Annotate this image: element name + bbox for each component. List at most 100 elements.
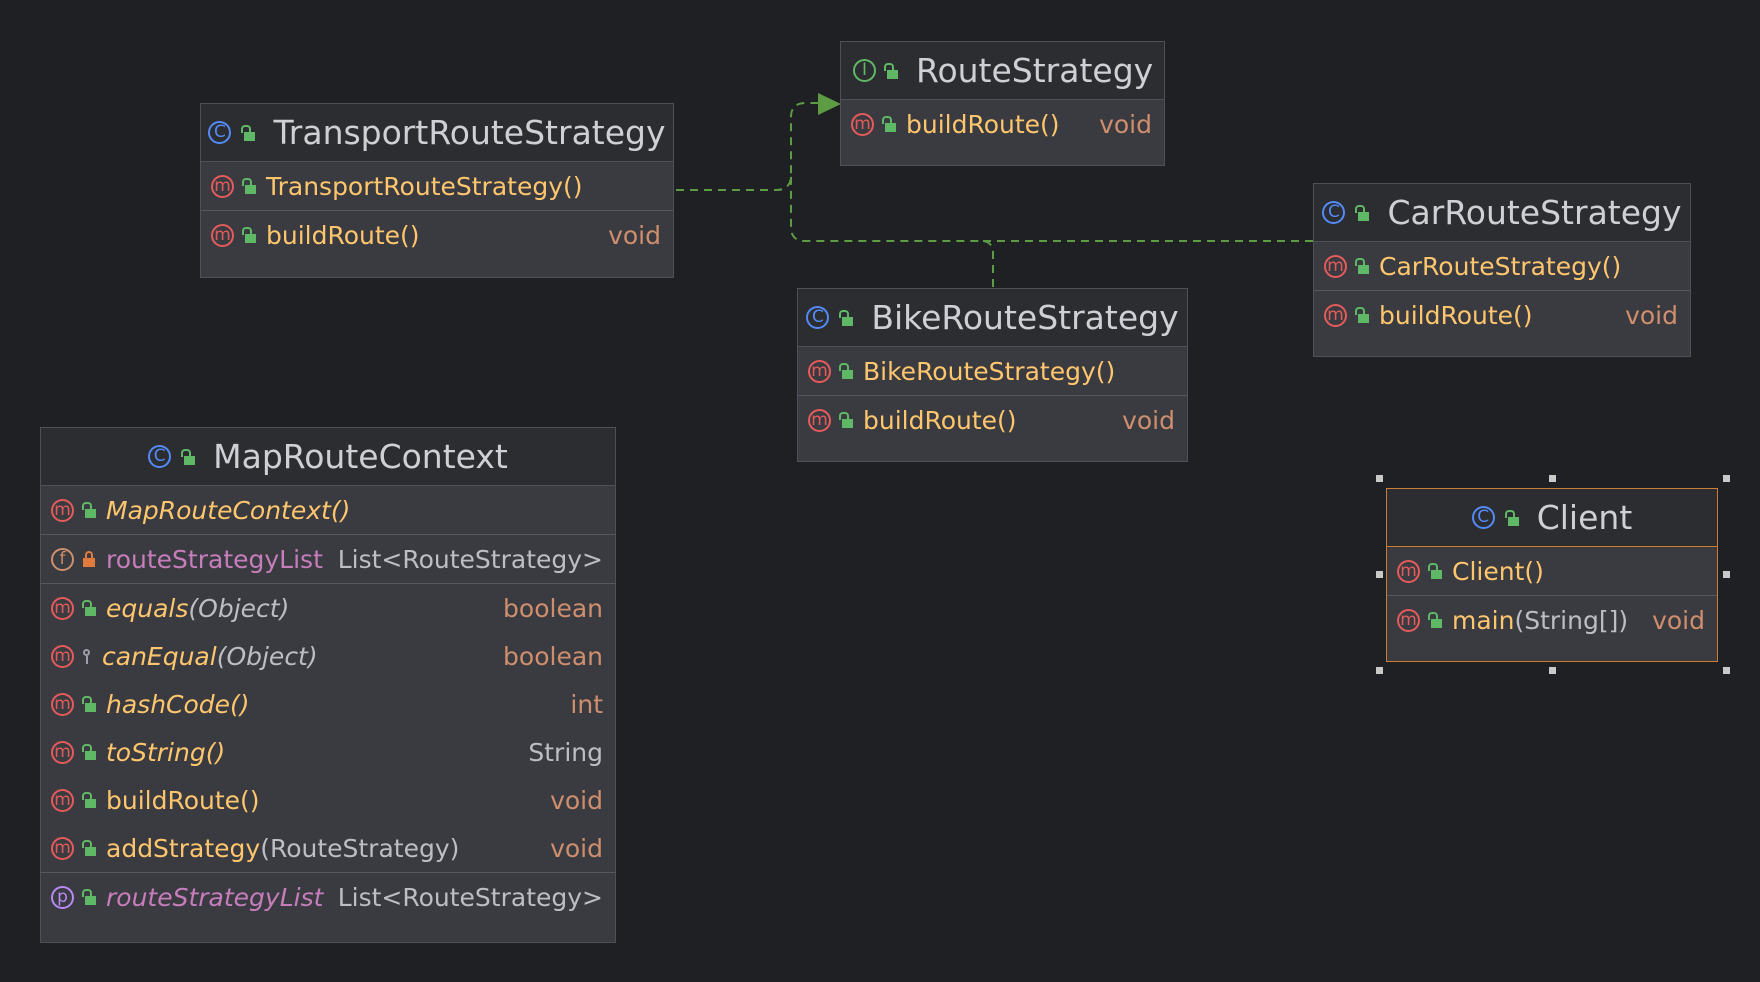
- resize-handle-bottom[interactable]: [1549, 667, 1556, 674]
- resize-handle-bottom-right[interactable]: [1723, 667, 1730, 674]
- public-visibility-icon: [839, 412, 853, 428]
- resize-handle-bottom-left[interactable]: [1376, 667, 1383, 674]
- public-visibility-icon: [882, 116, 896, 132]
- member-name: addStrategy: [106, 833, 261, 863]
- method-icon: m: [211, 174, 234, 198]
- method-icon: m: [51, 644, 74, 668]
- member-type: void: [1122, 405, 1175, 435]
- public-visibility-icon: [884, 62, 898, 79]
- public-visibility-icon: [1355, 307, 1369, 323]
- member-name: routeStrategyList: [106, 544, 323, 574]
- interface-icon: I: [853, 59, 876, 82]
- resize-handle-top-right[interactable]: [1723, 475, 1730, 482]
- resize-handle-right[interactable]: [1723, 571, 1730, 578]
- node-transport-route-strategy[interactable]: C TransportRouteStrategy m TransportRout…: [200, 103, 674, 278]
- member-params: (RouteStrategy): [260, 833, 460, 863]
- member-row[interactable]: m BikeRouteStrategy(): [798, 347, 1187, 395]
- member-type: void: [608, 220, 661, 250]
- member-row[interactable]: m buildRoute() void: [201, 210, 673, 259]
- member-row[interactable]: m MapRouteContext(): [41, 486, 615, 534]
- member-name: buildRoute(): [1379, 300, 1533, 330]
- node-header: C TransportRouteStrategy: [201, 104, 673, 162]
- member-row[interactable]: m Client(): [1387, 547, 1717, 595]
- member-row[interactable]: m TransportRouteStrategy(): [201, 162, 673, 210]
- member-row[interactable]: m buildRoute() void: [41, 776, 615, 824]
- member-row[interactable]: m buildRoute() void: [798, 395, 1187, 444]
- member-name: Client(): [1452, 556, 1544, 586]
- method-icon: m: [51, 788, 74, 812]
- implements-arrowhead: [818, 93, 841, 115]
- protected-visibility-icon: [82, 648, 92, 664]
- field-icon: f: [51, 547, 74, 571]
- diagram-canvas[interactable]: I RouteStrategy m buildRoute() void C Tr…: [0, 0, 1760, 982]
- method-icon: m: [1397, 559, 1420, 583]
- method-icon: m: [51, 596, 74, 620]
- class-icon: C: [148, 445, 172, 468]
- public-visibility-icon: [242, 178, 256, 194]
- public-visibility-icon: [82, 600, 96, 616]
- member-name: CarRouteStrategy(): [1379, 251, 1622, 281]
- node-header: I RouteStrategy: [841, 42, 1164, 100]
- member-row[interactable]: m main (String[]) void: [1387, 595, 1717, 644]
- resize-handle-top-left[interactable]: [1376, 475, 1383, 482]
- member-row[interactable]: m buildRoute() void: [841, 100, 1164, 148]
- member-name: buildRoute(): [906, 109, 1060, 139]
- node-map-route-context[interactable]: C MapRouteContext m MapRouteContext() f …: [40, 427, 616, 943]
- member-row[interactable]: f routeStrategyList List<RouteStrategy>: [41, 534, 615, 583]
- private-visibility-icon: [82, 551, 96, 567]
- member-params: (Object): [188, 593, 290, 623]
- method-icon: m: [1324, 254, 1347, 278]
- node-header: C Client: [1387, 489, 1717, 547]
- method-icon: m: [808, 359, 831, 383]
- member-name: main: [1452, 605, 1515, 635]
- member-type: String: [528, 737, 603, 767]
- member-row[interactable]: m toString() String: [41, 728, 615, 776]
- edge-bike-implements[interactable]: [790, 175, 994, 287]
- public-visibility-icon: [242, 227, 256, 243]
- member-type: List<RouteStrategy>: [337, 544, 603, 574]
- member-row[interactable]: m CarRouteStrategy(): [1314, 242, 1690, 290]
- member-type: void: [550, 833, 603, 863]
- member-row[interactable]: m buildRoute() void: [1314, 290, 1690, 339]
- resize-handle-left[interactable]: [1376, 571, 1383, 578]
- method-icon: m: [1397, 608, 1420, 632]
- resize-handle-top[interactable]: [1549, 475, 1556, 482]
- edge-transport-implements[interactable]: [676, 102, 820, 191]
- node-title: MapRouteContext: [213, 437, 508, 476]
- public-visibility-icon: [839, 309, 854, 326]
- member-row[interactable]: m hashCode() int: [41, 680, 615, 728]
- node-header: C CarRouteStrategy: [1314, 184, 1690, 242]
- node-bike-route-strategy[interactable]: C BikeRouteStrategy m BikeRouteStrategy(…: [797, 288, 1188, 462]
- member-row[interactable]: m addStrategy (RouteStrategy) void: [41, 824, 615, 872]
- method-icon: m: [51, 836, 74, 860]
- node-header: C BikeRouteStrategy: [798, 289, 1187, 347]
- public-visibility-icon: [1355, 204, 1370, 221]
- member-row[interactable]: m canEqual (Object) boolean: [41, 632, 615, 680]
- member-type: void: [1099, 109, 1152, 139]
- member-type: boolean: [503, 593, 603, 623]
- method-icon: m: [51, 498, 74, 522]
- node-route-strategy[interactable]: I RouteStrategy m buildRoute() void: [840, 41, 1165, 166]
- property-icon: p: [51, 885, 74, 909]
- member-type: void: [550, 785, 603, 815]
- member-row[interactable]: p routeStrategyList List<RouteStrategy>: [41, 872, 615, 921]
- member-type: int: [570, 689, 603, 719]
- member-row[interactable]: m equals (Object) boolean: [41, 583, 615, 632]
- method-icon: m: [1324, 303, 1347, 327]
- member-name: buildRoute(): [863, 405, 1017, 435]
- member-name: hashCode(): [106, 689, 250, 719]
- member-name: buildRoute(): [106, 785, 260, 815]
- public-visibility-icon: [82, 792, 96, 808]
- public-visibility-icon: [82, 502, 96, 518]
- node-header: C MapRouteContext: [41, 428, 615, 486]
- class-icon: C: [1471, 506, 1495, 529]
- member-params: (Object): [216, 641, 318, 671]
- abstract-method-icon: m: [851, 112, 874, 136]
- member-type: boolean: [503, 641, 603, 671]
- node-car-route-strategy[interactable]: C CarRouteStrategy m CarRouteStrategy() …: [1313, 183, 1691, 357]
- class-icon: C: [806, 306, 830, 329]
- public-visibility-icon: [1504, 509, 1519, 526]
- public-visibility-icon: [82, 696, 96, 712]
- node-client[interactable]: C Client m Client() m main (String[]) voi…: [1386, 488, 1718, 662]
- node-title: RouteStrategy: [916, 51, 1154, 90]
